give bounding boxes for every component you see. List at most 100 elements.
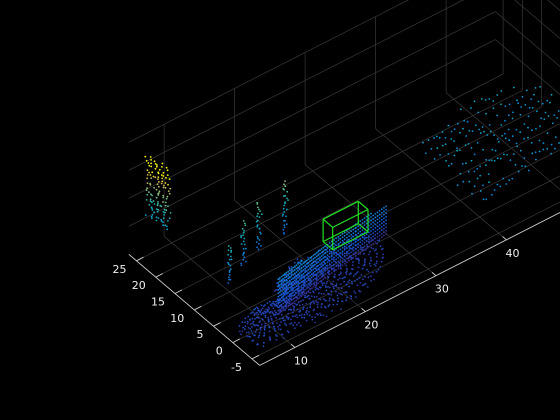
ground-point (308, 298, 311, 300)
wall-point (355, 233, 357, 236)
wall-point (370, 223, 372, 225)
wall-point (304, 292, 306, 295)
y-tick-label: 20 (132, 279, 146, 292)
wall-point (320, 265, 323, 268)
wall-point (378, 217, 381, 219)
wall-point (326, 275, 329, 277)
wall-point (324, 259, 327, 261)
ground-point (322, 293, 325, 295)
ground-point (312, 309, 315, 312)
ground-point (251, 333, 254, 335)
ground-point (277, 325, 279, 328)
wall-point (376, 218, 379, 221)
facade-point (151, 209, 154, 211)
facade-point (166, 228, 169, 231)
arc-point (466, 120, 469, 123)
ground-point (273, 325, 275, 328)
wall-point (315, 255, 318, 258)
wall-point (359, 248, 362, 251)
wall-point (341, 239, 344, 242)
wall-point (346, 261, 348, 264)
ground-point (258, 331, 261, 334)
ground-point (332, 251, 335, 254)
wall-point (328, 273, 331, 276)
pole-point (284, 194, 287, 197)
wall-point (284, 290, 286, 293)
wall-point (300, 295, 303, 297)
grid-line-y (213, 149, 560, 327)
wall-point (370, 212, 372, 215)
wall-point (363, 224, 366, 227)
ground-point (294, 315, 296, 317)
wall-point (287, 291, 290, 294)
ground-point (319, 298, 322, 301)
ground-point (280, 313, 283, 316)
ground-point (337, 278, 339, 281)
ground-point (363, 252, 365, 255)
arc-point (549, 101, 551, 104)
wall-point (383, 227, 385, 230)
wall-point (282, 274, 285, 277)
ground-point (260, 323, 263, 326)
pole-point (229, 268, 232, 270)
wall-point (293, 286, 296, 289)
wall-point (298, 275, 301, 278)
wall-point (317, 257, 320, 260)
wall-point (357, 246, 360, 249)
arc-point (508, 139, 511, 142)
facade-point (154, 167, 157, 170)
facade-point (168, 192, 171, 195)
pole-point (243, 243, 246, 246)
wall-point (322, 246, 325, 249)
arc-point (542, 142, 545, 145)
ground-point (246, 322, 249, 325)
ground-point (248, 335, 250, 338)
arc-point (422, 141, 424, 144)
arc-point (471, 192, 473, 195)
ground-point (261, 318, 264, 320)
ground-point (306, 295, 309, 298)
wall-point (341, 250, 344, 253)
wall-point (320, 258, 323, 261)
wall-point (280, 293, 283, 295)
ground-point (253, 323, 255, 326)
ground-point (290, 265, 293, 268)
wall-point (290, 289, 293, 291)
facade-point (165, 209, 168, 212)
wall-point (292, 273, 294, 276)
ground-point (360, 274, 363, 276)
wall-point (297, 266, 299, 269)
arc-point (453, 154, 456, 157)
wall-point (326, 250, 329, 253)
wall-point (348, 238, 350, 241)
ground-point (308, 314, 311, 317)
wall-point (304, 281, 306, 284)
wall-point (292, 284, 294, 286)
wall-point (339, 252, 342, 254)
ground-point (316, 306, 319, 309)
pole-point (283, 224, 286, 227)
ground-point (281, 317, 284, 320)
wall-point (319, 273, 321, 276)
facade-point (151, 194, 154, 197)
wall-point (287, 288, 290, 290)
wall-point (315, 265, 318, 268)
wall-point (357, 225, 360, 228)
arc-point (486, 134, 489, 136)
ground-point (293, 327, 296, 330)
wall-point (333, 239, 335, 241)
arc-point (485, 164, 487, 167)
arc-point (527, 169, 530, 172)
ground-point (369, 264, 372, 267)
wall-point (304, 271, 306, 274)
pole-point (228, 276, 230, 279)
ground-point (330, 293, 333, 296)
arc-point (479, 165, 481, 168)
ground-point (251, 340, 254, 342)
pole-point (242, 240, 245, 243)
wall-point (374, 216, 377, 219)
ground-point (332, 303, 335, 306)
y-tick-label: 15 (151, 296, 165, 309)
arc-point (523, 137, 525, 140)
pole-point (258, 239, 261, 241)
